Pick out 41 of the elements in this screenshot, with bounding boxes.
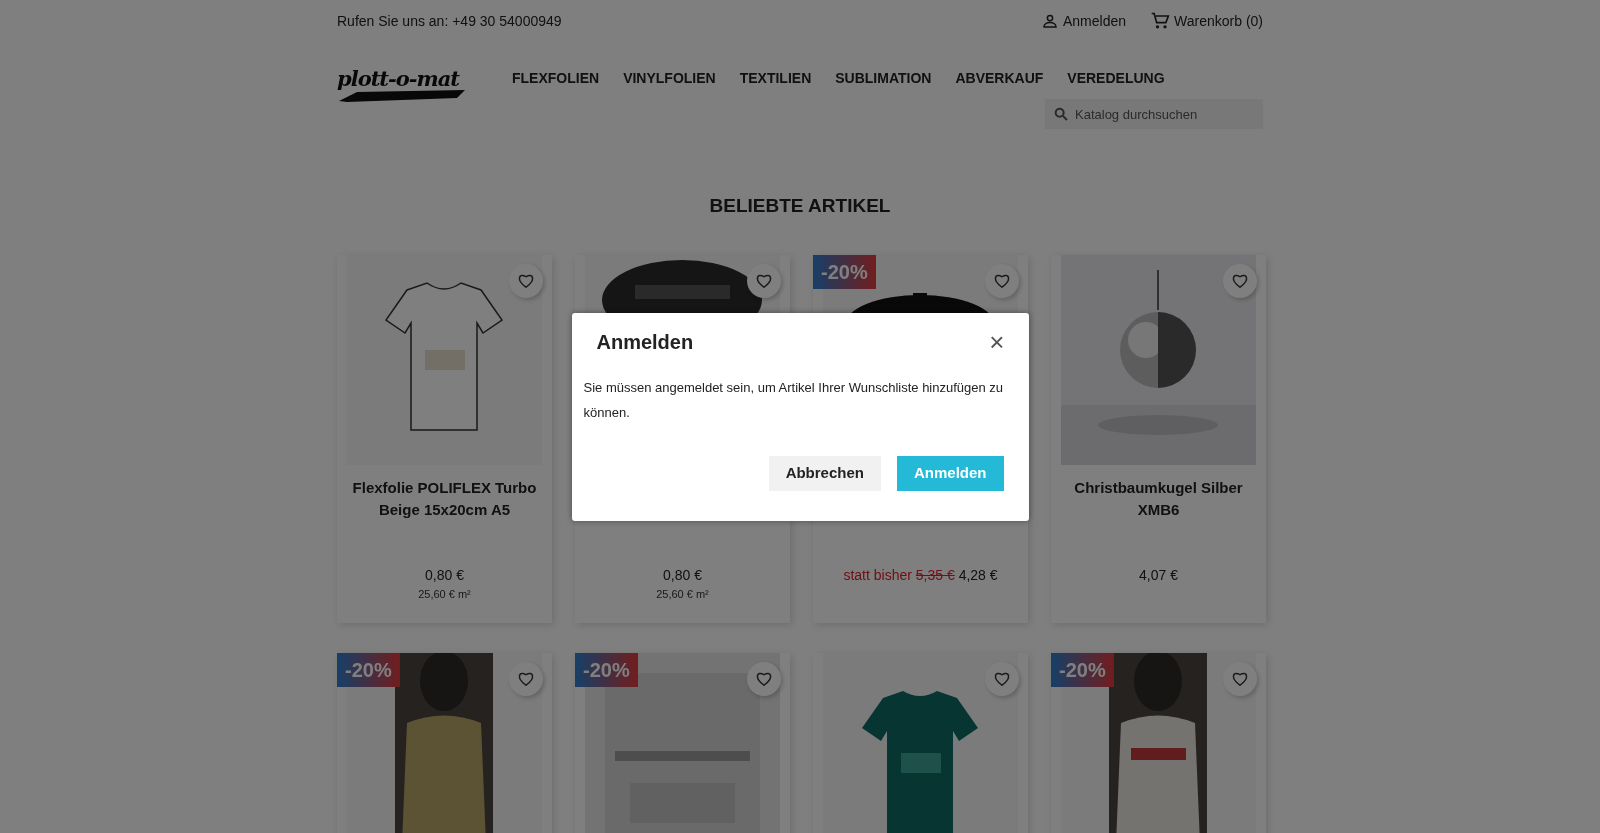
contact-text: Rufen Sie uns an: +49 30 54000949: [337, 11, 562, 31]
menu-link[interactable]: VINYLFOLIEN: [623, 68, 716, 89]
modal-title: Anmelden: [596, 329, 694, 355]
heart-icon: [993, 670, 1011, 687]
cart-icon: [1150, 11, 1171, 31]
product-price: 0,80 €: [663, 566, 702, 583]
product-price: 4,28 €: [958, 566, 998, 583]
product-price: 0,80 €: [425, 566, 464, 583]
menu-link[interactable]: SUBLIMATION: [835, 68, 932, 89]
heart-icon: [517, 670, 535, 687]
heart-icon: [1231, 272, 1249, 289]
modal-message: Sie müssen angemeldet sein, um Artikel Ihrer Wunschliste hinzufügen zu können.: [583, 379, 1004, 420]
user-icon: [1041, 12, 1059, 30]
heart-icon: [755, 670, 773, 687]
discount-badge: -20%: [337, 652, 400, 687]
product-title[interactable]: Christbaumkugel Silber XMB6: [1063, 476, 1254, 521]
old-price: 5,35 €: [915, 566, 955, 583]
product-price: 4,07 €: [1139, 566, 1178, 583]
unit-price: 25,60 € m²: [418, 587, 471, 600]
logo[interactable]: plott-o-mat: [337, 42, 482, 122]
heart-icon: [517, 272, 535, 289]
heart-icon: [993, 272, 1011, 289]
menu-link[interactable]: VEREDELUNG: [1067, 68, 1165, 89]
search-field[interactable]: Katalog durchsuchen: [1045, 99, 1263, 129]
price-note: statt bisher: [843, 566, 912, 583]
close-button[interactable]: ×: [985, 328, 1009, 355]
menu-link[interactable]: FLEXFOLIEN: [512, 68, 600, 89]
search-icon: [1053, 106, 1069, 122]
cancel-button[interactable]: Abbrechen: [768, 456, 881, 491]
heart-icon: [1231, 670, 1249, 687]
section-title: BELIEBTE ARTIKEL: [708, 194, 892, 218]
heart-icon: [755, 272, 773, 289]
sign-in-link[interactable]: Anmelden: [1041, 10, 1127, 32]
menu-link[interactable]: TEXTILIEN: [739, 68, 812, 89]
discount-badge: -20%: [575, 652, 638, 687]
discount-badge: -20%: [813, 254, 876, 289]
cart-link[interactable]: Warenkorb (0): [1150, 10, 1263, 32]
menu-link[interactable]: ABVERKAUF: [955, 68, 1044, 89]
product-title[interactable]: Flexfolie POLIFLEX Turbo Beige 15x20cm A5: [349, 476, 540, 521]
discount-badge: -20%: [1051, 652, 1114, 687]
unit-price: 25,60 € m²: [656, 587, 709, 600]
